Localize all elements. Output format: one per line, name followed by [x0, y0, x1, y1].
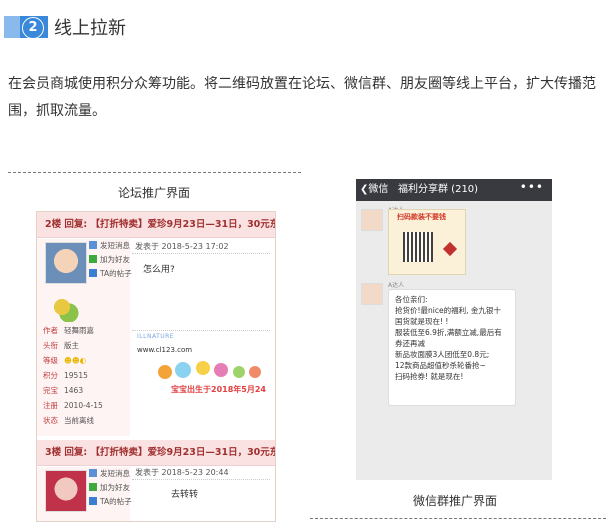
section-number: 2	[22, 17, 44, 39]
divider-bottom	[310, 518, 606, 519]
section-number-badge: 2	[4, 16, 48, 39]
group-title: 福利分享群 (210)	[398, 184, 479, 195]
post1-threads-button[interactable]: TA的帖子	[89, 268, 132, 279]
post1-add-friend-button[interactable]: 加为好友	[89, 254, 130, 265]
document-icon	[89, 269, 97, 277]
medal-icons	[45, 292, 79, 322]
post1-header: 2楼 回复: 【打折特卖】爱珍9月23日—31日，30元东券免费领!	[37, 212, 275, 238]
message-icon	[89, 469, 97, 477]
intro-paragraph: 在会员商城使用积分众筹功能。将二维码放置在论坛、微信群、朋友圈等线上平台，扩大传…	[8, 76, 596, 119]
level-icons: ☻☻◐	[64, 356, 87, 365]
signature-brand: ILLNATURE	[137, 333, 175, 340]
post1-pm-button[interactable]: 发短消息	[89, 240, 130, 251]
post1-user-info: 作者 轻舞雨嘉 头衔 版主 等级 ☻☻◐ 积分 19515 完宝 1463 注册 2010-…	[43, 326, 103, 425]
post2-body: 去转转	[171, 490, 199, 500]
back-button[interactable]: ❮微信	[360, 179, 388, 201]
wechat-screenshot: ❮微信 福利分享群 (210) ••• A达人 扫码款装不要钱 A达人 各位亲们…	[356, 179, 552, 480]
post1-date: 发表于 2018-5-23 17:02	[135, 242, 229, 251]
post1-body: 怎么用?	[143, 265, 175, 275]
divider-top	[8, 172, 301, 173]
message-icon	[89, 241, 97, 249]
wechat-nav-bar: ❮微信 福利分享群 (210) •••	[356, 179, 552, 201]
sender-avatar-2[interactable]	[361, 283, 383, 305]
post2-avatar	[45, 470, 87, 512]
wechat-caption: 微信群推广界面	[413, 494, 498, 508]
forum-screenshot: 2楼 回复: 【打折特卖】爱珍9月23日—31日，30元东券免费领! 发短消息 …	[36, 211, 276, 522]
forum-caption: 论坛推广界面	[118, 186, 191, 200]
post2-add-friend-button[interactable]: 加为好友	[89, 482, 130, 493]
card-title: 扫码款装不要钱	[397, 213, 446, 221]
sender-name-2: A达人	[388, 282, 405, 289]
post1-avatar	[45, 242, 87, 284]
signature-cartoon	[155, 354, 265, 382]
post2-date: 发表于 2018-5-23 20:44	[135, 468, 229, 477]
more-icon[interactable]: •••	[520, 179, 544, 198]
message-bubble[interactable]: 各位亲们: 抢货价!最nice的福利, 金九银十 国货就是现在! ! 服装低至6…	[388, 289, 516, 406]
signature-url: www.cl123.com	[137, 346, 193, 354]
qr-code-card[interactable]: 扫码款装不要钱	[388, 209, 466, 275]
qr-code-icon	[403, 232, 433, 262]
leaf-icon	[442, 241, 458, 257]
document-icon	[89, 497, 97, 505]
add-icon	[89, 483, 97, 491]
sender-avatar[interactable]	[361, 209, 383, 231]
post2-threads-button[interactable]: TA的帖子	[89, 496, 132, 507]
add-icon	[89, 255, 97, 263]
section-title: 线上拉新	[54, 18, 126, 39]
signature-text: 宝宝出生于2018年5月24	[171, 385, 266, 394]
post2-header: 3楼 回复: 【打折特卖】爱珍9月23日—31日，30元东券免费领!	[37, 440, 275, 466]
post2-pm-button[interactable]: 发短消息	[89, 468, 130, 479]
